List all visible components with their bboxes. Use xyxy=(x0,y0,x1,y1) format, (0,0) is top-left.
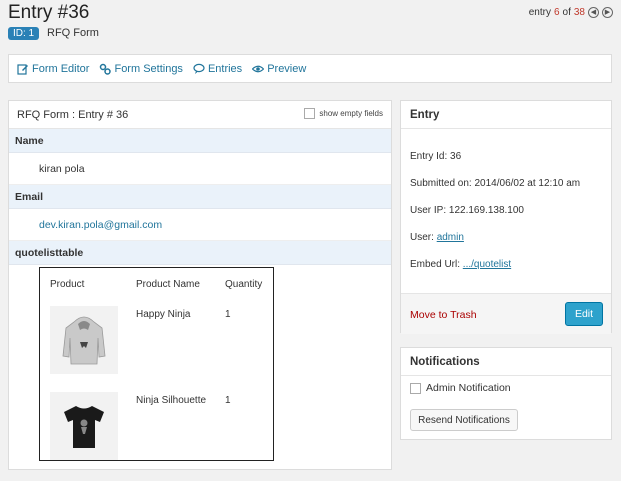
edit-button[interactable]: Edit xyxy=(565,302,603,326)
edit-icon xyxy=(17,63,28,75)
embed-url-row: Embed Url: .../quotelist xyxy=(410,259,511,270)
preview-link[interactable]: Preview xyxy=(252,63,306,75)
form-toolbar: Form Editor Form Settings Entries Previe… xyxy=(8,54,612,83)
admin-notification-label: Admin Notification xyxy=(426,382,511,394)
settings-icon xyxy=(100,63,112,75)
row-2-quantity: 1 xyxy=(225,395,231,406)
field-value-name: kiran pola xyxy=(9,153,391,185)
entry-nav-of: of xyxy=(562,7,571,18)
embed-url-label: Embed Url: xyxy=(410,259,461,270)
field-label-email: Email xyxy=(9,185,391,209)
entry-nav-total: 38 xyxy=(573,7,585,18)
user-ip-text: User IP: 122.169.138.100 xyxy=(410,205,524,216)
form-editor-link[interactable]: Form Editor xyxy=(17,63,89,75)
entries-link[interactable]: Entries xyxy=(193,63,242,75)
comment-icon xyxy=(193,63,205,74)
column-header-quantity: Quantity xyxy=(225,279,263,290)
show-empty-fields-label: show empty fields xyxy=(319,109,383,118)
form-settings-link[interactable]: Form Settings xyxy=(99,62,183,75)
entry-info-panel: Entry Entry Id: 36 Submitted on: 2014/06… xyxy=(400,100,612,334)
field-label-name: Name xyxy=(9,129,391,153)
entry-actions: Move to Trash Edit xyxy=(401,293,611,334)
form-name: RFQ Form xyxy=(47,27,99,39)
column-header-product-name: Product Name xyxy=(136,279,200,290)
submitted-on-text: Submitted on: 2014/06/02 at 12:10 am xyxy=(410,178,581,189)
show-empty-fields-toggle[interactable]: show empty fields xyxy=(304,108,383,119)
notifications-title: Notifications xyxy=(401,348,611,376)
entry-nav-prefix: entry xyxy=(528,7,551,18)
show-empty-fields-checkbox[interactable] xyxy=(304,108,316,119)
row-1-product-name: Happy Ninja xyxy=(136,309,191,320)
field-label-quotelisttable: quotelisttable xyxy=(9,241,391,265)
page-title: Entry #36 xyxy=(8,2,90,23)
form-id-badge: ID: 1 xyxy=(8,27,40,40)
entry-info-title: Entry xyxy=(401,101,611,129)
hoodie-image xyxy=(50,306,118,374)
entries-label: Entries xyxy=(207,62,243,75)
notifications-panel: Notifications Admin Notification Resend … xyxy=(400,347,612,440)
user-link[interactable]: admin xyxy=(437,232,464,243)
resend-notifications-button[interactable]: Resend Notifications xyxy=(410,409,518,431)
tshirt-image xyxy=(50,392,118,460)
next-entry-icon[interactable]: ▶ xyxy=(602,7,613,18)
row-2-product-name: Ninja Silhouette xyxy=(136,395,207,406)
user-label: User: xyxy=(410,232,434,243)
column-header-product: Product xyxy=(50,279,85,290)
entry-detail-header: RFQ Form : Entry # 36 show empty fields xyxy=(9,101,391,129)
admin-notification-option[interactable]: Admin Notification xyxy=(410,382,511,394)
form-settings-label: Form Settings xyxy=(114,62,183,75)
preview-label: Preview xyxy=(267,62,307,75)
entry-detail-panel: RFQ Form : Entry # 36 show empty fields … xyxy=(8,100,392,470)
previous-entry-icon[interactable]: ◀ xyxy=(588,7,599,18)
move-to-trash-link[interactable]: Move to Trash xyxy=(410,309,477,321)
field-value-email[interactable]: dev.kiran.pola@gmail.com xyxy=(9,209,391,241)
entry-id-text: Entry Id: 36 xyxy=(410,151,462,162)
entry-pagination: entry 6 of 38 ◀ ▶ xyxy=(529,7,613,18)
user-row: User: admin xyxy=(410,232,464,243)
entry-nav-current: 6 xyxy=(553,7,560,18)
row-1-quantity: 1 xyxy=(225,309,231,320)
eye-icon xyxy=(252,65,265,72)
form-editor-label: Form Editor xyxy=(32,62,90,75)
embed-url-link[interactable]: .../quotelist xyxy=(463,259,511,270)
quote-list-table: Product Product Name Quantity Happy Ninj… xyxy=(39,267,274,461)
entry-detail-title: RFQ Form : Entry # 36 xyxy=(17,108,129,121)
admin-notification-checkbox[interactable] xyxy=(410,382,421,394)
